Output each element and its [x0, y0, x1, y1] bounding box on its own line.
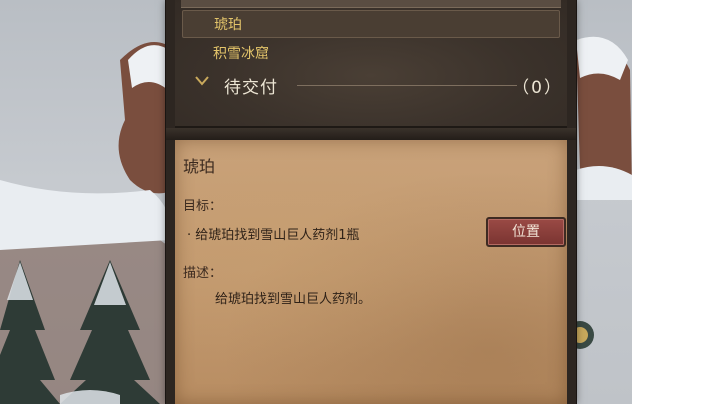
description-label: 描述： [183, 266, 223, 281]
location-button[interactable]: 位置 [486, 217, 566, 247]
quest-panel: 琥珀 积雪冰窟 待交付 （0） 琥珀 目标： · 给琥珀找到雪山巨人药剂1瓶 位… [166, 0, 576, 404]
panel-divider [166, 128, 576, 140]
category-pending-delivery[interactable]: 待交付 （0） [187, 70, 563, 100]
quest-detail-title: 琥珀 [183, 157, 216, 176]
quest-detail: 琥珀 目标： · 给琥珀找到雪山巨人药剂1瓶 位置 描述： 给琥珀找到雪山巨人药… [175, 140, 567, 404]
goal-label: 目标： [183, 199, 223, 214]
quest-item-label: 琥珀 [214, 17, 242, 33]
description-text: 给琥珀找到雪山巨人药剂。 [215, 292, 372, 307]
quest-list-previous-item-edge [181, 0, 561, 8]
category-divider-line [297, 85, 517, 86]
category-title: 待交付 [224, 78, 278, 98]
quest-item-snow-cave[interactable]: 积雪冰窟 [213, 40, 269, 68]
quest-list: 琥珀 积雪冰窟 待交付 （0） [175, 0, 567, 128]
quest-item-amber[interactable]: 琥珀 [182, 10, 560, 38]
quest-item-label: 积雪冰窟 [213, 46, 269, 62]
chevron-down-icon [195, 74, 209, 90]
offscreen-blank-area [632, 0, 720, 404]
category-count: （0） [512, 78, 563, 98]
goal-text: · 给琥珀找到雪山巨人药剂1瓶 [187, 228, 360, 243]
